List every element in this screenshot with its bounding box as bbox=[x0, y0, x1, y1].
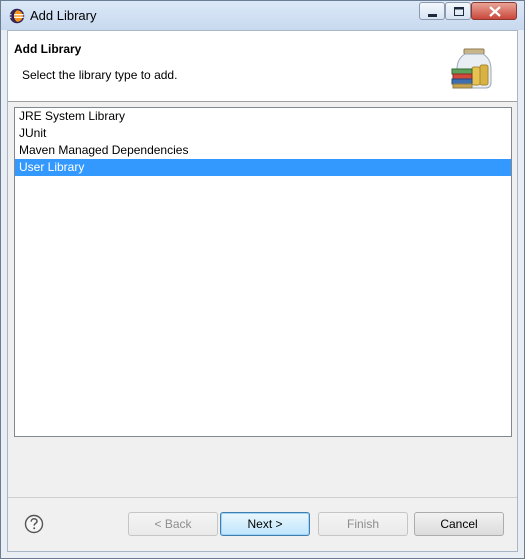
button-bar-separator bbox=[8, 497, 517, 498]
list-item-jre-system-library[interactable]: JRE System Library bbox=[15, 108, 511, 125]
finish-button[interactable]: Finish bbox=[318, 512, 408, 536]
minimize-icon bbox=[428, 14, 437, 17]
list-item-junit[interactable]: JUnit bbox=[15, 125, 511, 142]
library-jar-icon bbox=[451, 48, 492, 89]
back-button[interactable]: < Back bbox=[128, 512, 218, 536]
cancel-button[interactable]: Cancel bbox=[414, 512, 504, 536]
maximize-button[interactable] bbox=[445, 2, 471, 20]
list-item-user-library[interactable]: User Library bbox=[15, 159, 511, 176]
maximize-icon bbox=[454, 7, 464, 16]
add-library-window: Add Library Add Library Select the libra… bbox=[0, 0, 525, 559]
dialog-body: Add Library Select the library type to a… bbox=[7, 30, 518, 552]
close-icon bbox=[489, 6, 501, 17]
title-bar[interactable]: Add Library bbox=[1, 1, 524, 30]
library-type-list[interactable]: JRE System Library JUnit Maven Managed D… bbox=[14, 107, 512, 437]
page-description: Select the library type to add. bbox=[22, 68, 178, 82]
wizard-header: Add Library Select the library type to a… bbox=[8, 31, 517, 102]
window-title: Add Library bbox=[30, 8, 97, 23]
help-icon[interactable] bbox=[24, 514, 44, 534]
minimize-button[interactable] bbox=[419, 2, 445, 20]
page-title: Add Library bbox=[14, 42, 82, 56]
eclipse-icon bbox=[9, 8, 25, 24]
list-item-maven-managed-dependencies[interactable]: Maven Managed Dependencies bbox=[15, 142, 511, 159]
next-button[interactable]: Next > bbox=[220, 512, 310, 536]
close-button[interactable] bbox=[471, 2, 517, 20]
